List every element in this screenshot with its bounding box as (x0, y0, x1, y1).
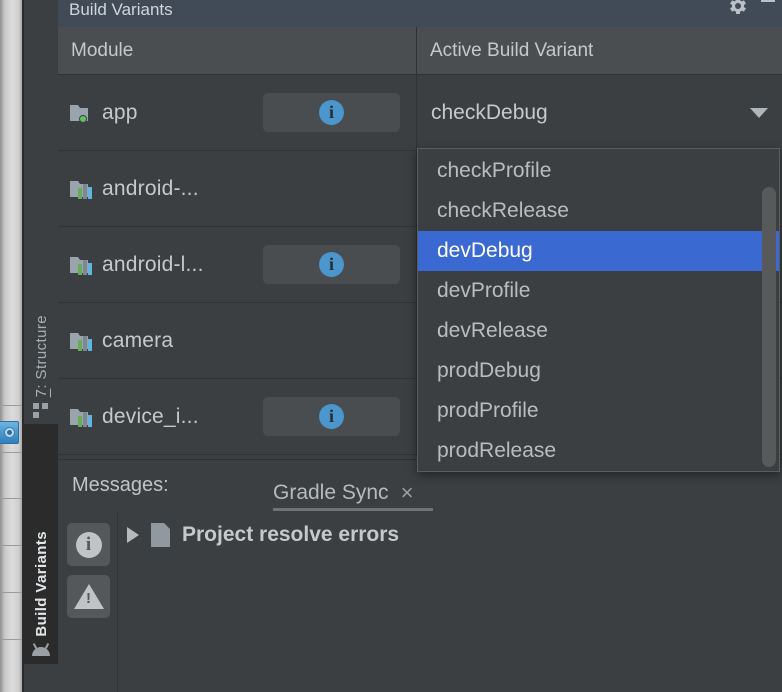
module-library-icon (70, 179, 92, 199)
column-header-active-build-variant[interactable]: Active Build Variant (416, 27, 782, 75)
sidebar-item-build-variants-label: Build Variants (32, 531, 50, 637)
active-variant-value: checkDebug (431, 101, 548, 124)
module-app-icon (70, 103, 92, 123)
gear-icon[interactable] (730, 0, 746, 14)
tool-window-tab-bar: 7: Structure Build Variants (24, 0, 58, 692)
module-name: android-l... (102, 253, 204, 276)
expand-arrow-icon[interactable] (127, 527, 139, 543)
module-name: android-... (102, 177, 199, 200)
document-icon (151, 523, 170, 547)
tool-window-header-actions (730, 0, 776, 27)
desktop-background-strip (0, 0, 22, 692)
column-header-module[interactable]: Module (58, 27, 416, 75)
dropdown-option-checkProfile[interactable]: checkProfile (418, 151, 779, 191)
warning-icon (73, 584, 104, 609)
structure-icon (33, 403, 49, 418)
tab-gradle-sync-label: Gradle Sync (273, 480, 389, 504)
dropdown-option-prodProfile[interactable]: prodProfile (418, 391, 779, 431)
cell-module[interactable]: device_i... (58, 379, 416, 455)
warning-filter-button[interactable] (67, 575, 110, 618)
table-header-row: Module Active Build Variant (58, 27, 782, 75)
page-title: Build Variants (69, 0, 173, 19)
tool-window-header: Build Variants (58, 0, 782, 27)
tab-active-indicator (273, 508, 433, 511)
module-name: device_i... (102, 405, 199, 428)
dropdown-option-devProfile[interactable]: devProfile (418, 271, 779, 311)
chevron-down-icon[interactable] (750, 108, 768, 118)
info-icon: i (319, 100, 344, 125)
dropdown-scrollbar[interactable] (762, 187, 776, 467)
dropdown-option-devDebug[interactable]: devDebug (418, 231, 779, 271)
sidebar-item-structure[interactable]: 7: Structure (24, 230, 58, 422)
sidebar-item-structure-label: 7: Structure (32, 314, 50, 397)
close-icon[interactable]: × (401, 481, 414, 503)
messages-label: Messages: (72, 474, 169, 496)
message-entry-text: Project resolve errors (182, 523, 400, 546)
messages-content: Project resolve errors (119, 513, 782, 692)
messages-panel: Messages: Gradle Sync × i ! Project reso… (58, 459, 782, 692)
module-library-icon (70, 331, 92, 351)
dropdown-option-prodDebug[interactable]: prodDebug (418, 351, 779, 391)
info-icon: i (75, 531, 102, 558)
build-variants-tool-window-screenshot: 7: Structure Build Variants Build Varian… (0, 0, 782, 692)
messages-filter-gutter: i (58, 513, 118, 692)
android-icon (31, 642, 51, 656)
cell-module[interactable]: android-l... (58, 227, 416, 303)
cell-module[interactable]: camera (58, 303, 416, 379)
user-folder-icon[interactable] (0, 421, 19, 447)
tab-gradle-sync[interactable]: Gradle Sync × (273, 472, 413, 513)
sidebar-item-build-variants[interactable]: Build Variants (24, 424, 58, 664)
dropdown-scrollbar-thumb[interactable] (762, 187, 776, 467)
info-filter-button[interactable]: i (67, 523, 110, 566)
message-entry[interactable]: Project resolve errors (119, 523, 399, 547)
module-library-icon (70, 255, 92, 275)
cell-active-build-variant[interactable]: checkDebug (416, 75, 782, 151)
module-name: app (102, 101, 138, 124)
dropdown-option-checkRelease[interactable]: checkRelease (418, 191, 779, 231)
module-info-button[interactable]: i (263, 93, 400, 132)
cell-module[interactable]: android-... (58, 151, 416, 227)
module-name: camera (102, 329, 174, 352)
build-variants-panel: Build Variants Module Active Build Varia… (58, 0, 782, 692)
minimize-icon[interactable] (760, 0, 776, 13)
table-row[interactable]: app i checkDebug (58, 75, 782, 151)
module-library-icon (70, 407, 92, 427)
build-variant-dropdown-list[interactable]: checkProfile checkRelease devDebug devPr… (417, 148, 780, 472)
dropdown-option-devRelease[interactable]: devRelease (418, 311, 779, 351)
dropdown-option-prodRelease[interactable]: prodRelease (418, 431, 779, 471)
